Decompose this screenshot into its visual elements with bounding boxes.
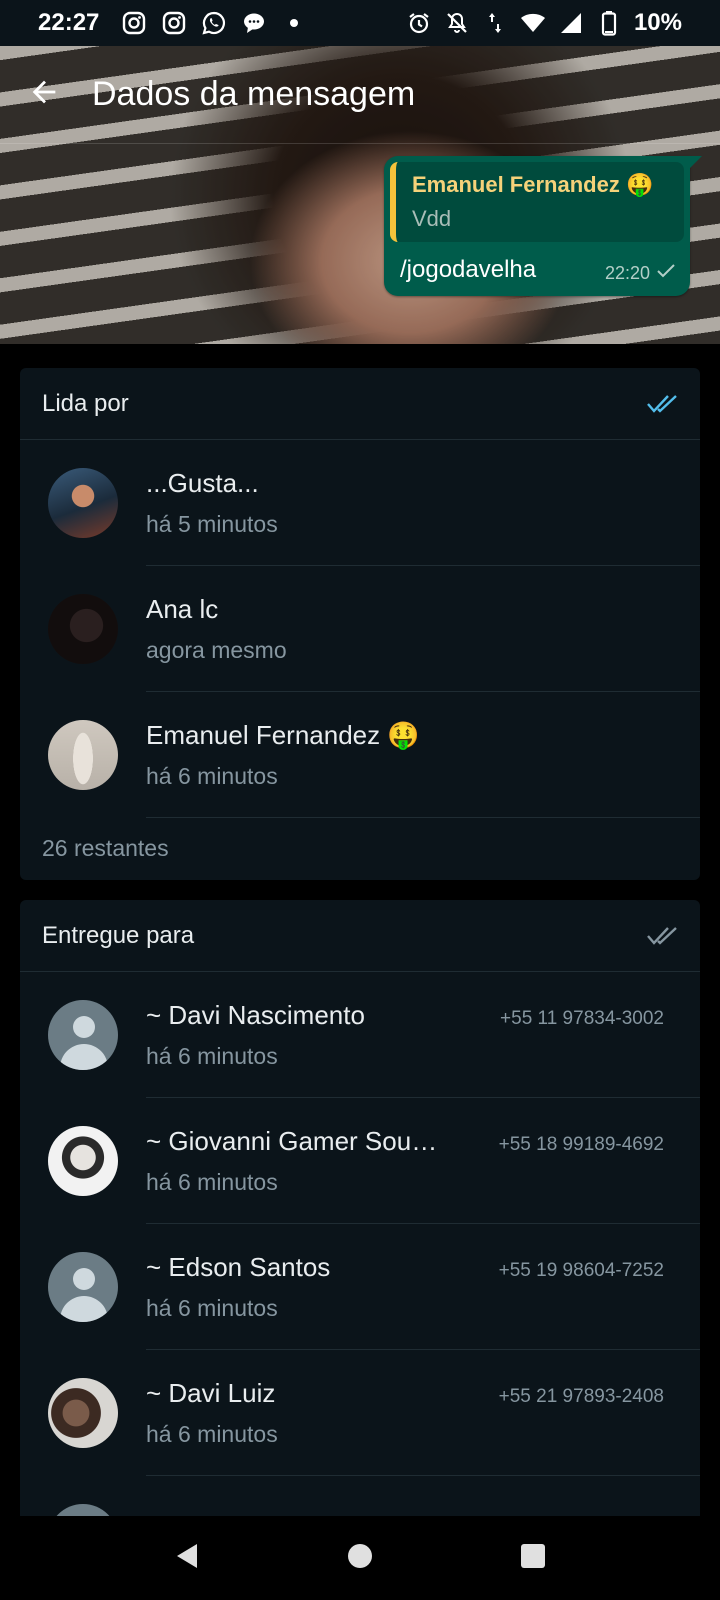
read-time: há 6 minutos [146, 762, 278, 789]
contact-name: ...Gusta... [146, 467, 259, 498]
data-arrows-icon [482, 10, 508, 36]
contact-name: Ana lc [146, 593, 219, 624]
chat-bubble-icon [241, 10, 267, 36]
contact-name: Emanuel Fernandez 🤑 [146, 719, 420, 750]
list-item[interactable]: ...Gusta... há 5 minutos [20, 440, 700, 566]
contact-name: ~ Edson Santos [146, 1251, 331, 1282]
list-item[interactable]: ~ Davi Nascimento +55 11 97834-3002 há 6… [20, 972, 700, 1098]
top-app-bar: Dados da mensagem [0, 46, 720, 144]
delivered-time: há 6 minutos [146, 1420, 278, 1447]
message-text: /jogodavelha [400, 256, 537, 283]
contact-name: ~ Davi Nascimento [146, 999, 365, 1030]
avatar[interactable] [48, 1252, 118, 1322]
avatar[interactable] [48, 1504, 118, 1516]
delivered-to-title: Entregue para [42, 921, 195, 949]
delivered-time: há 6 minutos [146, 1294, 278, 1321]
single-check-icon [656, 263, 676, 284]
arrow-back-icon [27, 75, 61, 114]
status-time: 22:27 [38, 9, 100, 36]
quoted-message[interactable]: Emanuel Fernandez 🤑 Vdd [390, 162, 684, 242]
message-preview-area: Dados da mensagem Emanuel Fernandez 🤑 Vd… [0, 46, 720, 344]
delivered-time: há 6 minutos [146, 1042, 278, 1069]
read-by-section: Lida por ...Gusta... há 5 minutos Ana lc… [20, 368, 700, 880]
delivered-to-section: Entregue para ~ Davi Nascimento +55 11 9… [20, 900, 700, 1516]
avatar[interactable] [48, 468, 118, 538]
signal-icon [558, 10, 584, 36]
wifi-icon [520, 10, 546, 36]
list-item[interactable]: ~ Edson Santos +55 19 98604-7252 há 6 mi… [20, 1224, 700, 1350]
avatar[interactable] [48, 1126, 118, 1196]
delivered-time: há 6 minutos [146, 1168, 278, 1195]
double-check-blue-icon [646, 393, 678, 415]
message-bubble[interactable]: Emanuel Fernandez 🤑 Vdd /jogodavelha 22:… [384, 156, 702, 296]
nav-back-button[interactable] [157, 1528, 217, 1588]
contact-phone: +55 11 97834-3002 [500, 1007, 664, 1029]
double-check-gray-icon [646, 925, 678, 947]
contact-phone: +55 18 99189-4692 [498, 1133, 664, 1155]
page-title: Dados da mensagem [92, 75, 416, 113]
nav-back-icon [173, 1542, 201, 1575]
list-item[interactable]: ~ Davi Luiz +55 21 97893-2408 há 6 minut… [20, 1350, 700, 1476]
avatar[interactable] [48, 594, 118, 664]
battery-percentage: 10% [633, 9, 682, 36]
list-item[interactable]: Emanuel Fernandez 🤑 há 6 minutos [20, 692, 700, 818]
contact-name: ~ Giovanni Gamer Sou… [146, 1125, 438, 1156]
message-time: 22:20 [604, 263, 650, 283]
whatsapp-icon [201, 10, 227, 36]
quoted-text: Vdd [412, 206, 452, 231]
contact-name: ~ Davi Luiz [146, 1377, 276, 1408]
nav-recents-icon [519, 1542, 547, 1575]
dot-icon [281, 10, 307, 36]
avatar[interactable] [48, 1000, 118, 1070]
read-by-title: Lida por [42, 389, 129, 417]
back-button[interactable] [14, 65, 74, 125]
remaining-count[interactable]: 26 restantes [20, 818, 700, 878]
nav-recents-button[interactable] [503, 1528, 563, 1588]
list-item[interactable]: Ana lc agora mesmo [20, 566, 700, 692]
instagram-icon [121, 10, 147, 36]
contact-phone: +55 19 98604-7252 [498, 1259, 664, 1281]
system-navigation-bar [0, 1516, 720, 1600]
notifications-off-icon [444, 10, 470, 36]
quoted-author: Emanuel Fernandez 🤑 [412, 172, 654, 197]
list-item[interactable]: ~ Giovanni Gamer Sou… +55 18 99189-4692 … [20, 1098, 700, 1224]
delivered-to-header: Entregue para [20, 900, 700, 972]
read-time: há 5 minutos [146, 510, 278, 537]
list-item[interactable] [20, 1476, 700, 1516]
status-notification-icons [121, 10, 307, 36]
status-bar: 22:27 10% [0, 0, 720, 46]
nav-home-icon [346, 1542, 374, 1575]
status-system-icons: 10% [406, 9, 682, 37]
read-by-header: Lida por [20, 368, 700, 440]
read-time: agora mesmo [146, 636, 287, 663]
nav-home-button[interactable] [330, 1528, 390, 1588]
contact-phone: +55 21 97893-2408 [498, 1385, 664, 1407]
avatar[interactable] [48, 720, 118, 790]
avatar[interactable] [48, 1378, 118, 1448]
alarm-icon [406, 10, 432, 36]
instagram-icon [161, 10, 187, 36]
message-meta: 22:20 [605, 263, 676, 284]
message-info-list[interactable]: Lida por ...Gusta... há 5 minutos Ana lc… [0, 344, 720, 1516]
battery-icon [596, 10, 622, 36]
